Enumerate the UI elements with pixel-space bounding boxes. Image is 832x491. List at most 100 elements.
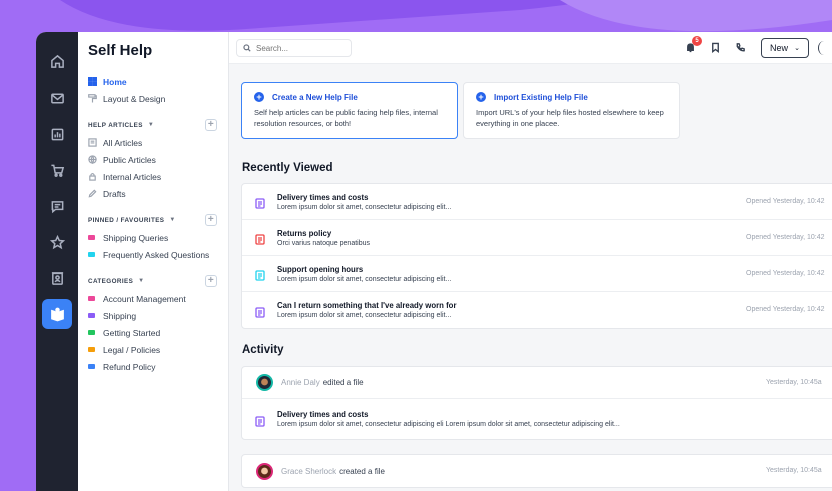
search-box[interactable] <box>236 39 352 57</box>
row-time: Opened Yesterday, 10:42 <box>746 234 825 241</box>
chart-icon[interactable] <box>42 119 72 149</box>
nav-item-layout-design[interactable]: Layout & Design <box>88 90 228 107</box>
bell-icon[interactable]: 5 <box>684 36 702 53</box>
avatar <box>256 374 273 391</box>
nav-item-label: Frequently Asked Questions <box>103 249 210 260</box>
app-title: Self Help <box>88 42 153 59</box>
nav-item-label: Shipping <box>103 310 137 321</box>
activity-time: Yesterday, 10:45a <box>766 379 822 386</box>
plus-circle-icon: + <box>254 92 264 102</box>
row-title: Returns policy <box>277 228 332 238</box>
files-icon <box>88 138 97 147</box>
chat-icon[interactable] <box>42 191 72 221</box>
nav-item-legal-policies[interactable]: Legal / Policies <box>88 341 228 358</box>
icon-rail <box>36 32 78 491</box>
chevron-down-icon: ⌄ <box>794 45 800 52</box>
nav-item-label: Getting Started <box>103 327 161 338</box>
list-item[interactable]: Delivery times and costs Lorem ipsum dol… <box>242 184 832 220</box>
nav-item-label: All Articles <box>103 137 143 148</box>
nav-item-label: Account Management <box>103 293 186 304</box>
app-window: Self Help Home Layout & Design HELP ARTI… <box>36 32 832 491</box>
document-icon <box>255 305 265 318</box>
tag-icon <box>88 364 95 369</box>
row-subtitle: Lorem ipsum dolor sit amet, consectetur … <box>277 312 452 319</box>
tag-icon <box>88 313 95 318</box>
nav-item-drafts[interactable]: Drafts <box>88 185 228 202</box>
list-item[interactable]: Can I return something that I've already… <box>242 292 832 328</box>
nav-item-getting-started[interactable]: Getting Started <box>88 324 228 341</box>
activity-file[interactable]: Delivery times and costs Lorem ipsum dol… <box>242 399 832 439</box>
card-title: Create a New Help File <box>272 92 358 102</box>
bookmark-icon[interactable] <box>709 41 721 53</box>
create-help-file-card[interactable]: + Create a New Help File Self help artic… <box>241 82 458 139</box>
card-text: Self help articles can be public facing … <box>254 108 438 128</box>
card-text: Import URL's of your help files hosted e… <box>476 108 664 128</box>
section-help-articles[interactable]: HELP ARTICLES ▼ + <box>88 119 228 131</box>
nav-item-faq[interactable]: Frequently Asked Questions <box>88 246 228 263</box>
row-title: Can I return something that I've already… <box>277 301 457 310</box>
section-pinned[interactable]: PINNED / FAVOURITES ▼ + <box>88 214 228 226</box>
activity-entry: Grace Sherlock created a file Yesterday,… <box>241 454 832 488</box>
nav-item-label: Legal / Policies <box>103 344 161 355</box>
tag-icon <box>88 296 95 301</box>
nav-item-label: Home <box>103 76 127 87</box>
nav-item-label: Internal Articles <box>103 171 162 182</box>
chevron-down-icon: ▼ <box>147 122 155 128</box>
nav-item-all-articles[interactable]: All Articles <box>88 134 228 151</box>
list-item[interactable]: Returns policy Orci varius natoque penat… <box>242 220 832 256</box>
section-categories[interactable]: CATEGORIES ▼ + <box>88 275 228 287</box>
new-button[interactable]: New ⌄ <box>761 38 809 58</box>
nav-item-label: Shipping Queries <box>103 232 169 243</box>
activity-user[interactable]: Grace Sherlock <box>281 467 336 476</box>
add-article-button[interactable]: + <box>205 119 217 131</box>
nav-item-label: Refund Policy <box>103 361 156 372</box>
pencil-icon <box>88 189 97 198</box>
contacts-icon[interactable] <box>42 263 72 293</box>
recently-viewed-list: Delivery times and costs Lorem ipsum dol… <box>241 183 832 329</box>
nav-item-internal-articles[interactable]: Internal Articles <box>88 168 228 185</box>
section-heading: PINNED / FAVOURITES <box>88 216 165 224</box>
activity-entry: Annie Daly edited a file Yesterday, 10:4… <box>241 366 832 440</box>
row-subtitle: Lorem ipsum dolor sit amet, consectetur … <box>277 275 452 283</box>
document-icon <box>255 232 265 245</box>
mail-icon[interactable] <box>42 83 72 113</box>
globe-icon <box>88 155 97 164</box>
star-icon[interactable] <box>42 227 72 257</box>
add-pinned-button[interactable]: + <box>205 214 217 226</box>
left-nav: Self Help Home Layout & Design HELP ARTI… <box>78 32 229 491</box>
nav-item-refund-policy[interactable]: Refund Policy <box>88 358 228 375</box>
document-icon <box>255 196 265 209</box>
add-category-button[interactable]: + <box>205 275 217 287</box>
nav-item-public-articles[interactable]: Public Articles <box>88 151 228 168</box>
row-subtitle: Lorem ipsum dolor sit amet, consectetur … <box>277 203 452 211</box>
import-help-file-card[interactable]: + Import Existing Help File Import URL's… <box>463 82 680 139</box>
home-icon[interactable] <box>42 46 72 76</box>
list-item[interactable]: Support opening hours Lorem ipsum dolor … <box>242 256 832 292</box>
search-input[interactable] <box>256 43 346 53</box>
tag-icon <box>88 347 95 352</box>
action-cards: + Create a New Help File Self help artic… <box>241 82 680 139</box>
lock-icon <box>88 172 97 181</box>
activity-user[interactable]: Annie Daly <box>281 378 320 387</box>
row-time: Opened Yesterday, 10:42 <box>746 270 825 277</box>
phone-icon[interactable] <box>734 41 746 53</box>
nav-item-shipping[interactable]: Shipping <box>88 307 228 324</box>
tag-icon <box>88 330 95 335</box>
document-icon <box>255 268 265 281</box>
nav-item-label: Drafts <box>103 188 126 199</box>
row-title: Support opening hours <box>277 264 364 274</box>
help-icon[interactable] <box>818 41 830 55</box>
tag-icon <box>88 235 95 240</box>
nav-item-label: Layout & Design <box>103 93 166 104</box>
section-heading: HELP ARTICLES <box>88 121 143 129</box>
cart-icon[interactable] <box>42 155 72 185</box>
activity-action: edited a file <box>322 378 364 387</box>
search-icon <box>243 44 251 52</box>
activity-time: Yesterday, 10:45a <box>766 467 822 474</box>
nav-item-home[interactable]: Home <box>88 73 228 90</box>
nav-item-account-management[interactable]: Account Management <box>88 290 228 307</box>
book-icon[interactable] <box>42 299 72 329</box>
main-content: 5 New ⌄ + Create a New Help File <box>229 32 832 491</box>
nav-item-shipping-queries[interactable]: Shipping Queries <box>88 229 228 246</box>
section-heading: CATEGORIES <box>88 277 134 285</box>
